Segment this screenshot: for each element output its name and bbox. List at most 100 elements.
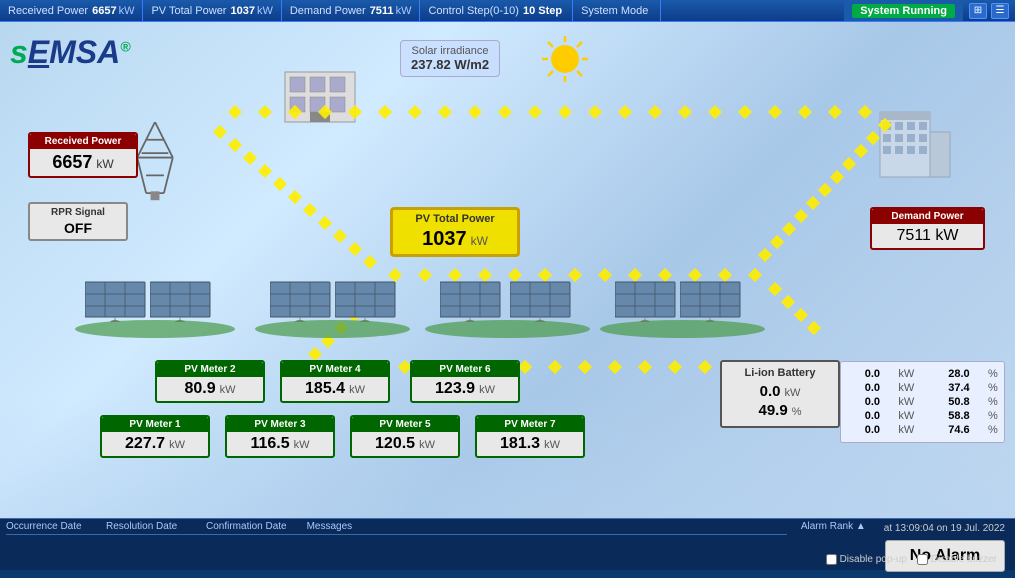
pv-total-title: PV Total Power — [398, 213, 512, 225]
disable-buzzer-label[interactable]: Disable buzzer — [917, 554, 997, 565]
system-status-bar: System Running — [844, 0, 963, 21]
disable-popup-label[interactable]: Disable pop-up — [826, 554, 907, 565]
demand-power-unit: kW — [935, 227, 958, 244]
pv-meter-3-title: PV Meter 3 — [227, 417, 333, 432]
received-power-value: 6657 — [92, 5, 116, 17]
pct-row-4: 0.0 kW 58.8 % — [845, 410, 1000, 422]
pv-meter-3-unit: kW — [294, 439, 310, 451]
pv-total-unit: kW — [257, 5, 273, 17]
pv-meter-7-title: PV Meter 7 — [477, 417, 583, 432]
pv-meter-4-unit: kW — [349, 384, 365, 396]
pv-total-label: PV Total Power — [151, 5, 226, 17]
pv-meter-2-unit: kW — [220, 384, 236, 396]
battery-pct-value: 49.9 — [759, 402, 788, 419]
alarm-rank: Alarm Rank ▲ — [793, 519, 874, 534]
system-status-value: System Running — [852, 4, 955, 18]
pv-meter-7-unit: kW — [544, 439, 560, 451]
solar-irradiance-number: 237.82 — [411, 57, 451, 72]
pct-val-5: 74.6 — [935, 424, 970, 436]
pv-total-num: 1037 — [422, 228, 467, 251]
control-step-value: 10 Step — [523, 5, 562, 17]
pv-meter-4-box: PV Meter 4 185.4 kW — [280, 360, 390, 403]
building-right-icon — [875, 102, 955, 182]
sun-icon — [540, 34, 590, 84]
rpr-signal-box: RPR Signal OFF — [28, 202, 128, 241]
pct-sign-1: % — [988, 368, 1000, 380]
system-mode-label: System Mode — [581, 5, 648, 17]
pv-meter-1-box: PV Meter 1 227.7 kW — [100, 415, 210, 458]
disable-popup-checkbox[interactable] — [826, 554, 837, 565]
menu-icon[interactable]: ☰ — [991, 3, 1009, 19]
monitor-icon[interactable]: ⊞ — [969, 3, 987, 19]
topbar-system-mode: System Mode — [573, 0, 661, 21]
logo-trademark: ® — [120, 38, 130, 54]
disable-buzzer-checkbox[interactable] — [917, 554, 928, 565]
battery-box: Li-ion Battery 0.0 kW 49.9 % — [720, 360, 840, 428]
pv-meter-3-value: 116.5 — [250, 435, 289, 453]
pv-meter-7-value: 181.3 — [500, 435, 540, 453]
alarm-table: Occurrence Date Resolution Date Confirma… — [0, 519, 793, 539]
pv-meter-5-value: 120.5 — [375, 435, 415, 453]
rpr-signal-value: OFF — [35, 220, 121, 236]
pv-meter-6-box: PV Meter 6 123.9 kW — [410, 360, 520, 403]
solar-panel-1b — [150, 277, 215, 322]
pv-meter-7-box: PV Meter 7 181.3 kW — [475, 415, 585, 458]
pv-meter-2-value: 80.9 — [184, 380, 215, 398]
solar-panel-1a — [85, 277, 150, 322]
pv-meter-5-title: PV Meter 5 — [352, 417, 458, 432]
topbar-pv-total: PV Total Power 1037 kW — [143, 0, 281, 21]
pct-val-3: 50.8 — [935, 396, 970, 408]
solar-irradiance-box: Solar irradiance 237.82 W/m2 — [400, 40, 500, 77]
battery-kw-unit: kW — [784, 387, 800, 399]
received-power-unit: kW — [119, 5, 135, 17]
pct-row-1: 0.0 kW 28.0 % — [845, 368, 1000, 380]
pct-val-4: 58.8 — [935, 410, 970, 422]
alarm-col-confirmation: Confirmation Date — [206, 521, 287, 532]
pct-sign-5: % — [988, 424, 1000, 436]
alarm-rank-label: Alarm Rank — [801, 521, 853, 532]
pv-meter-6-unit: kW — [479, 384, 495, 396]
pv-meter-4-value: 185.4 — [305, 380, 345, 398]
received-power-label: Received Power — [8, 5, 88, 17]
topbar-demand-power: Demand Power 7511 kW — [282, 0, 421, 21]
pct-sign-3: % — [988, 396, 1000, 408]
pv-total-value: 1037 — [230, 5, 254, 17]
logo-s: s — [10, 34, 28, 70]
solar-irradiance-value: 237.82 W/m2 — [411, 57, 489, 72]
pct-kw-1: 0.0 — [845, 368, 880, 380]
solar-panel-4b — [680, 277, 745, 322]
pv-meter-1-value: 227.7 — [125, 435, 165, 453]
topbar-icons: ⊞ ☰ — [963, 3, 1015, 19]
control-step-label: Control Step(0-10) — [428, 5, 519, 17]
pct-sign-4: % — [988, 410, 1000, 422]
pct-kw-2: 0.0 — [845, 382, 880, 394]
pct-kw-4: 0.0 — [845, 410, 880, 422]
pct-val-1: 28.0 — [935, 368, 970, 380]
ground-pad-2 — [255, 320, 410, 338]
bottom-bar: Occurrence Date Resolution Date Confirma… — [0, 518, 1015, 570]
alarm-col-occurrence: Occurrence Date — [6, 521, 86, 532]
pv-meter-3-box: PV Meter 3 116.5 kW — [225, 415, 335, 458]
pv-meter-5-unit: kW — [419, 439, 435, 451]
received-power-box: Received Power 6657 kW — [28, 132, 138, 178]
received-power-num: 6657 — [52, 152, 92, 173]
pv-total-power-box: PV Total Power 1037 kW — [390, 207, 520, 257]
pct-kw-3: 0.0 — [845, 396, 880, 408]
pv-meter-2-title: PV Meter 2 — [157, 362, 263, 377]
pct-row-2: 0.0 kW 37.4 % — [845, 382, 1000, 394]
demand-power-title: Demand Power — [872, 209, 983, 224]
pv-meter-5-box: PV Meter 5 120.5 kW — [350, 415, 460, 458]
pv-meter-1-title: PV Meter 1 — [102, 417, 208, 432]
received-power-box-title: Received Power — [30, 134, 136, 149]
grid-building-icon — [280, 67, 360, 127]
pct-kw-unit-5: kW — [898, 424, 916, 436]
top-bar: Received Power 6657 kW PV Total Power 10… — [0, 0, 1015, 22]
battery-title: Li-ion Battery — [730, 367, 830, 379]
alarm-col-messages: Messages — [307, 521, 787, 532]
solar-panel-2b — [335, 277, 400, 322]
solar-panel-3b — [510, 277, 575, 322]
rpr-signal-title: RPR Signal — [35, 207, 121, 218]
battery-kw-value: 0.0 — [760, 383, 781, 400]
percentage-table: 0.0 kW 28.0 % 0.0 kW 37.4 % 0.0 kW 50.8 … — [840, 361, 1005, 443]
ground-pad-4 — [600, 320, 765, 338]
